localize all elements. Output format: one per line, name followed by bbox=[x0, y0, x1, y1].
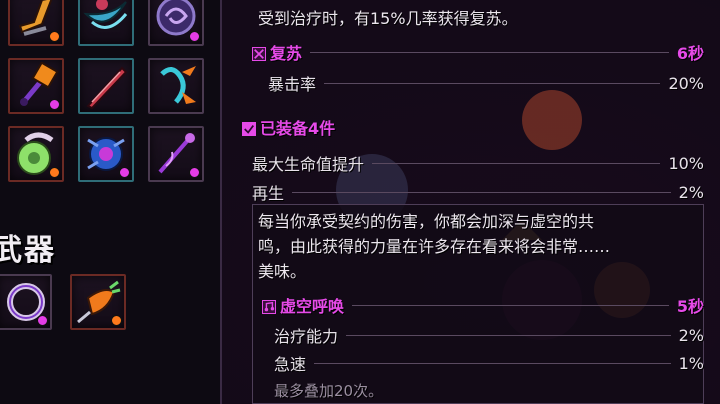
set-stat-label: 再生 bbox=[252, 184, 285, 203]
equipped-label: 已装备4件 bbox=[260, 119, 336, 138]
inventory-slot-eye[interactable] bbox=[78, 126, 134, 182]
set-stat-row-max-hp: 最大生命值提升 10% bbox=[252, 151, 704, 175]
void-call-duration: 5秒 bbox=[676, 297, 704, 316]
rarity-dot bbox=[49, 99, 60, 110]
rarity-dot bbox=[37, 315, 48, 326]
weapons-section-title: 武器 bbox=[0, 233, 56, 268]
divider-line bbox=[346, 334, 671, 336]
rarity-dot bbox=[189, 167, 200, 178]
inventory-slot-orb[interactable] bbox=[148, 0, 204, 46]
revive-name: 复苏 bbox=[270, 44, 303, 63]
weapon-slot-carrot-lance[interactable] bbox=[70, 274, 126, 330]
item-tooltip-panel: 受到治疗时，有15%几率获得复苏。 复苏 6秒 暴击率 20% 已装备4件 最大… bbox=[222, 0, 720, 404]
crossed-swords-icon bbox=[252, 47, 266, 61]
void-stat-value: 1% bbox=[678, 353, 704, 373]
divider-line bbox=[314, 362, 671, 364]
revive-duration: 6秒 bbox=[676, 44, 704, 63]
divider-line bbox=[292, 191, 671, 193]
inventory-slot-boots[interactable] bbox=[8, 0, 64, 46]
divider-line bbox=[310, 51, 669, 53]
divider-line bbox=[324, 82, 661, 84]
inventory-slot-claw[interactable] bbox=[148, 58, 204, 114]
inventory-panel: 武器 bbox=[0, 0, 222, 404]
top-description: 受到治疗时，有15%几率获得复苏。 bbox=[258, 9, 518, 28]
rarity-dot bbox=[189, 31, 200, 42]
wing-item-icon bbox=[83, 0, 128, 29]
healing-power-row: 治疗能力 2% bbox=[274, 323, 704, 347]
crit-rate-value: 20% bbox=[668, 73, 704, 93]
set-stat-label: 最大生命值提升 bbox=[252, 155, 365, 174]
stack-limit-note: 最多叠加20次。 bbox=[274, 382, 384, 400]
rarity-dot bbox=[119, 167, 130, 178]
set-stat-value: 2% bbox=[678, 182, 704, 202]
void-stat-value: 2% bbox=[678, 325, 704, 345]
void-call-row: 虚空呼唤 5秒 bbox=[262, 293, 704, 317]
inventory-slot-shield[interactable] bbox=[8, 126, 64, 182]
haste-row: 急速 1% bbox=[274, 351, 704, 375]
revive-effect-row: 复苏 6秒 bbox=[252, 40, 704, 64]
crit-rate-label: 暴击率 bbox=[268, 75, 317, 94]
set-stat-row-regen: 再生 2% bbox=[252, 180, 704, 204]
inventory-slot-staff[interactable] bbox=[148, 126, 204, 182]
rarity-dot bbox=[49, 167, 60, 178]
inventory-slot-blade[interactable] bbox=[78, 58, 134, 114]
blade-item-icon bbox=[86, 66, 128, 110]
void-description-line-2: 鸣，由此获得的力量在许多存在看来将会非常…… bbox=[258, 237, 611, 256]
claw-item-icon bbox=[160, 66, 196, 104]
divider-line bbox=[352, 304, 669, 306]
equipped-count-row: 已装备4件 bbox=[242, 115, 704, 139]
void-stat-label: 治疗能力 bbox=[274, 327, 339, 346]
rarity-dot bbox=[49, 31, 60, 42]
void-stat-label: 急速 bbox=[274, 355, 307, 374]
crit-rate-row: 暴击率 20% bbox=[268, 71, 704, 95]
divider-line bbox=[372, 162, 661, 164]
void-call-name: 虚空呼唤 bbox=[280, 297, 345, 316]
rarity-dot bbox=[111, 315, 122, 326]
inventory-slot-wings[interactable] bbox=[78, 0, 134, 46]
void-description-line-3: 美味。 bbox=[258, 262, 307, 281]
checkbox-icon bbox=[242, 122, 256, 136]
music-note-icon bbox=[262, 300, 276, 314]
void-description-line-1: 每当你承受契约的伤害，你都会加深与虚空的共 bbox=[258, 212, 595, 231]
set-stat-value: 10% bbox=[668, 153, 704, 173]
weapon-slot-ring[interactable] bbox=[0, 274, 52, 330]
inventory-slot-hammer[interactable] bbox=[8, 58, 64, 114]
